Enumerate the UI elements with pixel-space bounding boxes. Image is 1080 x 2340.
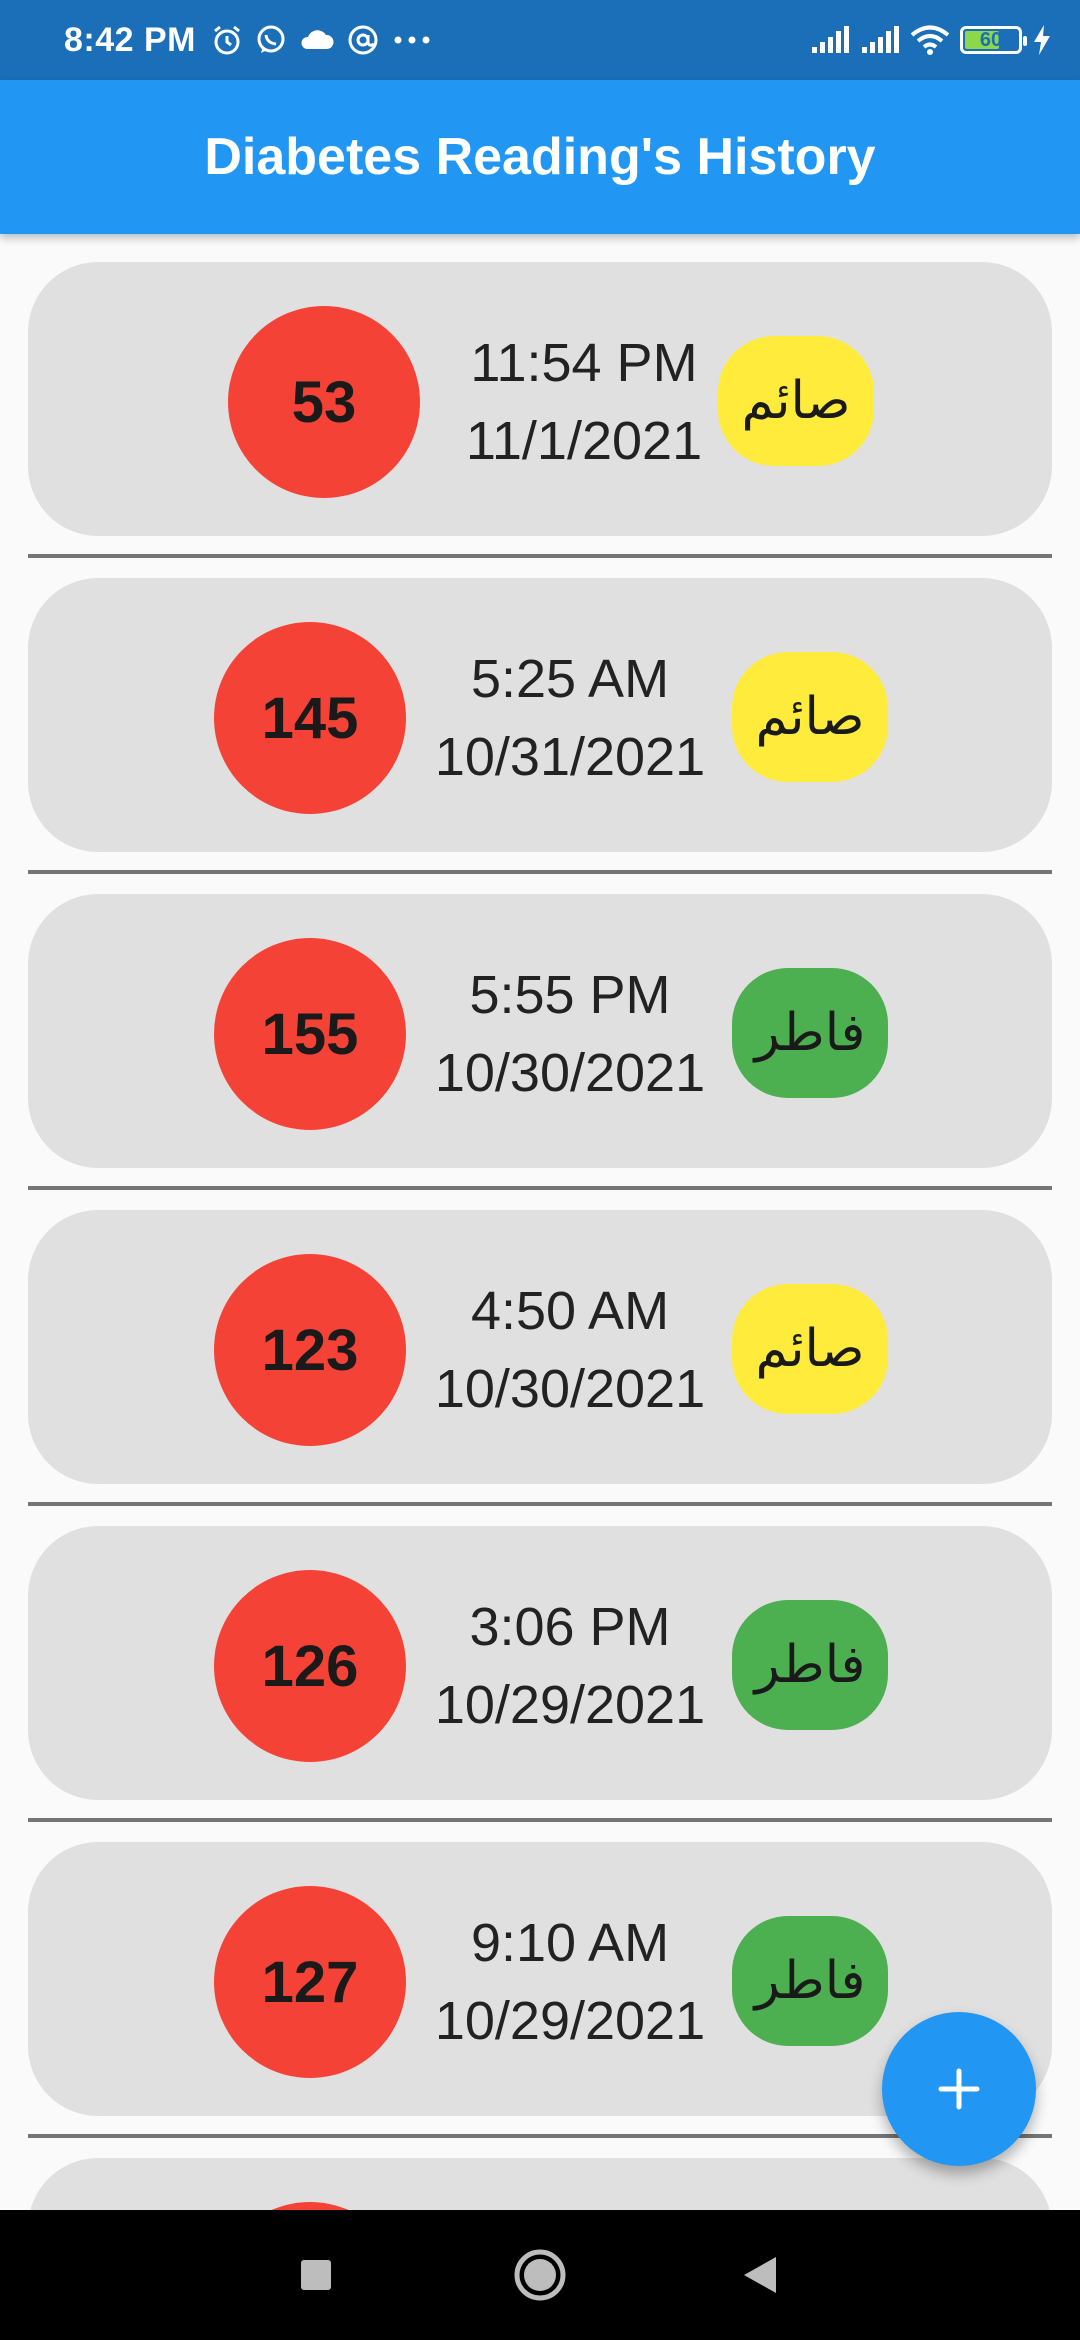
- reading-timestamp: 9:10 AM 10/29/2021: [420, 1904, 720, 2060]
- divider: [28, 1818, 1052, 1822]
- reading-value-circle: 145: [214, 622, 406, 814]
- cloud-icon: [301, 30, 334, 49]
- reading-value: 127: [261, 1949, 359, 2015]
- reading-value-circle: 123: [214, 1254, 406, 1446]
- battery-icon: 60: [960, 26, 1027, 54]
- reading-value-circle-partial: [214, 2202, 406, 2210]
- reading-value-circle: 126: [214, 1570, 406, 1762]
- signal-icon: [862, 26, 899, 53]
- divider: [28, 1502, 1052, 1506]
- reading-card[interactable]: 53 11:54 PM 11/1/2021 صائم: [28, 262, 1052, 536]
- fasting-status-label: صائم: [755, 1319, 865, 1379]
- fasting-status-badge: فاطر: [732, 968, 888, 1098]
- reading-value-circle: 155: [214, 938, 406, 1130]
- recents-button[interactable]: [256, 2210, 376, 2340]
- reading-time: 9:10 AM: [470, 1913, 670, 1973]
- fasting-status-badge: صائم: [732, 1284, 888, 1414]
- reading-date: 10/29/2021: [434, 1675, 706, 1735]
- reading-timestamp: 3:06 PM 10/29/2021: [420, 1588, 720, 1744]
- more-dots-icon: [394, 36, 430, 44]
- fasting-status-badge: فاطر: [732, 1600, 888, 1730]
- reading-time: 5:25 AM: [470, 649, 670, 709]
- whatsapp-icon: [257, 25, 285, 53]
- fasting-status-label: صائم: [755, 687, 865, 747]
- divider: [28, 554, 1052, 558]
- fasting-status-label: صائم: [741, 371, 851, 431]
- reading-date: 11/1/2021: [465, 411, 703, 471]
- wifi-icon: [910, 25, 950, 55]
- reading-card[interactable]: 145 5:25 AM 10/31/2021 صائم: [28, 578, 1052, 852]
- add-reading-button[interactable]: [882, 2012, 1036, 2166]
- reading-time: 5:55 PM: [469, 965, 671, 1025]
- reading-value: 123: [261, 1317, 359, 1383]
- reading-date: 10/29/2021: [434, 1991, 706, 2051]
- charging-bolt-icon: [1034, 25, 1050, 55]
- recents-square-icon: [301, 2260, 331, 2290]
- system-nav-bar: [0, 2210, 1080, 2340]
- reading-date: 10/30/2021: [434, 1359, 706, 1419]
- reading-value: 155: [261, 1001, 359, 1067]
- home-circle-icon: [514, 2249, 566, 2301]
- alarm-icon: [214, 25, 240, 55]
- readings-list[interactable]: 53 11:54 PM 11/1/2021 صائم 145 5:25 AM 1…: [0, 234, 1080, 2210]
- notification-icons: [210, 23, 434, 57]
- plus-icon: [938, 2068, 980, 2110]
- fasting-status-badge: صائم: [718, 336, 874, 466]
- status-clock: 8:42 PM: [64, 20, 196, 59]
- fasting-status-label: فاطر: [754, 1003, 866, 1063]
- status-left: 8:42 PM: [64, 0, 434, 80]
- back-triangle-icon: [744, 2257, 776, 2293]
- reading-time: 4:50 AM: [470, 1281, 670, 1341]
- reading-value: 53: [291, 369, 357, 435]
- fasting-status-badge: صائم: [732, 652, 888, 782]
- fasting-status-badge: فاطر: [732, 1916, 888, 2046]
- divider: [28, 870, 1052, 874]
- reading-value-circle: 53: [228, 306, 420, 498]
- battery-level: 60: [979, 28, 1003, 51]
- reading-date: 10/30/2021: [434, 1043, 706, 1103]
- home-button[interactable]: [480, 2210, 600, 2340]
- reading-time: 11:54 PM: [470, 333, 698, 393]
- reading-timestamp: 11:54 PM 11/1/2021: [434, 324, 734, 480]
- reading-timestamp: 4:50 AM 10/30/2021: [420, 1272, 720, 1428]
- page-title: Diabetes Reading's History: [204, 128, 876, 186]
- reading-card[interactable]: 123 4:50 AM 10/30/2021 صائم: [28, 1210, 1052, 1484]
- at-sign-icon: [348, 25, 378, 55]
- back-button[interactable]: [700, 2210, 820, 2340]
- reading-timestamp: 5:55 PM 10/30/2021: [420, 956, 720, 1112]
- reading-value-circle: 127: [214, 1886, 406, 2078]
- divider: [28, 1186, 1052, 1190]
- fasting-status-label: فاطر: [754, 1635, 866, 1695]
- app-bar: Diabetes Reading's History: [0, 80, 1080, 234]
- reading-time: 3:06 PM: [469, 1597, 671, 1657]
- signal-icon: [812, 26, 849, 53]
- status-bar: 8:42 PM 60: [0, 0, 1080, 80]
- reading-card[interactable]: 155 5:55 PM 10/30/2021 فاطر: [28, 894, 1052, 1168]
- reading-card[interactable]: 126 3:06 PM 10/29/2021 فاطر: [28, 1526, 1052, 1800]
- reading-date: 10/31/2021: [434, 727, 706, 787]
- reading-card-partial[interactable]: [28, 2158, 1052, 2210]
- fasting-status-label: فاطر: [754, 1951, 866, 2011]
- reading-value: 126: [261, 1633, 359, 1699]
- status-right: 60: [810, 0, 1052, 80]
- reading-value: 145: [261, 685, 359, 751]
- reading-timestamp: 5:25 AM 10/31/2021: [420, 640, 720, 796]
